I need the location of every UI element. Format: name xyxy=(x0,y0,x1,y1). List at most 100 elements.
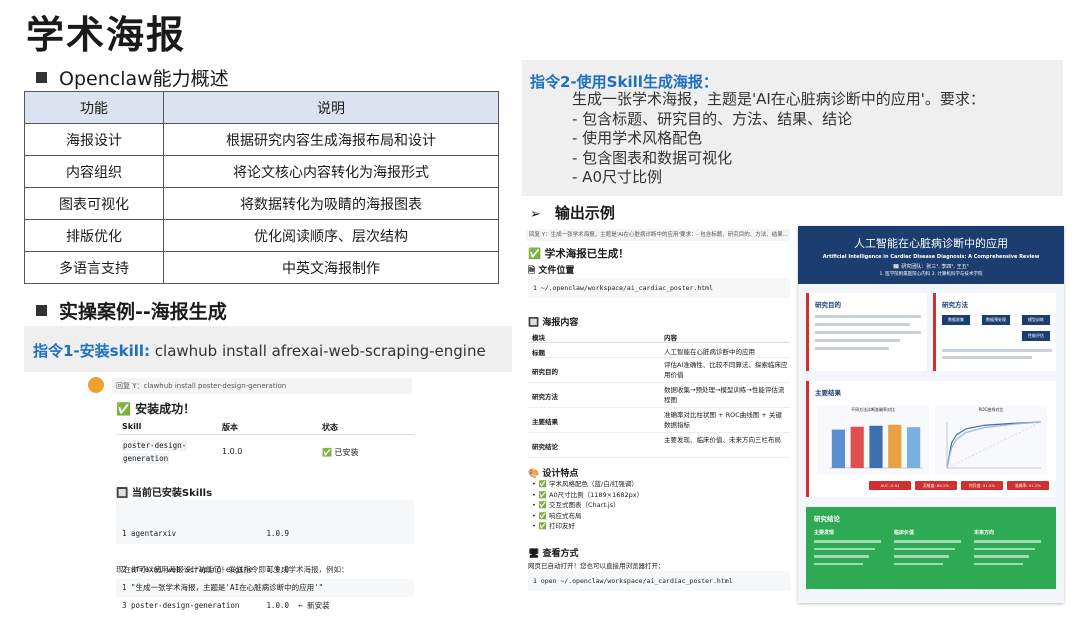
bullet-dot-icon: • xyxy=(532,522,536,530)
design-features-list: • ✅ 学术风格配色（蓝/白/红强调） • ✅ A0尺寸比例（1189×1682px）… xyxy=(532,479,643,532)
content-cell-content: 准确率对比柱状图 + ROC曲线图 + 关键数据指标 xyxy=(664,411,782,429)
command2-panel: 指令2-使用Skill生成海报： 生成一张学术海报，主题是'AI在心脏病诊断中的… xyxy=(522,60,1063,196)
output-example-label: 输出示例 xyxy=(554,204,615,222)
conclusion-column-title: 主要发现 xyxy=(814,530,835,536)
install-col-version: 版本 xyxy=(222,423,238,432)
content-cell-content: 评估AI准确性、比较不同算法、探索临床应用价值 xyxy=(664,361,788,379)
poster-box-results-title: 主要结果 xyxy=(815,389,841,397)
bar-chart-title: 不同方法诊断准确率对比 xyxy=(851,407,895,412)
poster-metrics: AUC: 0.94 灵敏度: 89.2% 特异度: 91.5% 准确率: 91.2% xyxy=(869,481,1049,490)
content-cell-content: 人工智能在心脏病诊断中的应用 xyxy=(664,348,755,356)
metric-badge: AUC: 0.94 xyxy=(869,481,911,490)
section-capabilities-heading: Openclaw能力概述 xyxy=(36,64,229,91)
output-example-heading: ➢ 输出示例 xyxy=(530,202,615,223)
bar-mark xyxy=(907,427,921,468)
table-header-function: 功能 xyxy=(24,91,164,124)
command2-line: 生成一张学术海报，主题是'AI在心脏病诊断中的应用'。要求： xyxy=(572,90,985,108)
bullet-square-icon xyxy=(36,305,47,316)
content-cell-module: 主要结果 xyxy=(532,418,558,426)
table-row: 研究结论 主要发现、临床价值、未来方向三栏布局 xyxy=(528,433,790,458)
command2-title: 指令2-使用Skill生成海报： xyxy=(530,73,718,91)
bot-avatar-icon xyxy=(88,377,104,393)
install-status: ✅ 已安装 xyxy=(322,448,359,457)
poster-subtitle: Artificial Intelligence in Cardiac Disea… xyxy=(822,254,1040,260)
poster-bar-chart: 不同方法诊断准确率对比 xyxy=(817,405,929,475)
bullet-dot-icon: • xyxy=(532,501,536,509)
install-skill-name-1: poster-design- xyxy=(122,440,188,451)
poster-header: 人工智能在心脏病诊断中的应用 Artificial Intelligence i… xyxy=(798,226,1064,284)
poster-box-method: 研究方法 数据收集 数据预处理 模型训练 性能评估 xyxy=(933,293,1056,371)
roc-chart-svg xyxy=(946,421,1042,469)
conclusion-column: 主要发现 xyxy=(814,529,888,584)
bar-mark xyxy=(888,424,902,468)
table-cell-description: 优化阅读顺序、层次结构 xyxy=(163,219,499,252)
table-cell-description: 将数据转化为吸睛的海报图表 xyxy=(163,187,499,220)
poster-box-conclusion-title: 研究结论 xyxy=(814,515,840,523)
arrow-bullet-icon: ➢ xyxy=(530,207,541,222)
table-cell-function: 排版优化 xyxy=(24,219,164,252)
content-cell-module: 研究目的 xyxy=(532,368,558,376)
bar-mark xyxy=(831,429,845,468)
conclusion-column: 临床价值 xyxy=(894,529,968,584)
section-case-heading: 实操案例--海报生成 xyxy=(36,297,227,324)
table-cell-function: 多语言支持 xyxy=(24,251,164,284)
view-method-heading: 🖥 查看方式 xyxy=(528,549,579,559)
metric-badge: 灵敏度: 89.2% xyxy=(915,481,957,490)
bullet-dot-icon: • xyxy=(532,511,536,520)
roc-chart-title: ROC曲线对比 xyxy=(978,407,1004,412)
table-row: 排版优化 优化阅读顺序、层次结构 xyxy=(24,219,499,252)
table-row: 标题 人工智能在心脏病诊断中的应用 xyxy=(528,343,790,358)
command2-line: - 使用学术风格配色 xyxy=(572,129,703,147)
poster-roc-chart: ROC曲线对比 xyxy=(935,405,1047,475)
roc-series-line xyxy=(946,421,1042,469)
command2-line: - 包含标题、研究目的、方法、结果、结论 xyxy=(572,109,853,128)
poster-title: 人工智能在心脏病诊断中的应用 xyxy=(854,237,1008,250)
poster-affiliation: 1. 医学院附属医院心内科 2. 计算机科学与技术学院 xyxy=(879,272,983,277)
install-success-heading: ✅ 安装成功！ xyxy=(116,402,196,416)
table-row: 研究目的 评估AI准确性、比较不同算法、探索临床应用价值 xyxy=(528,358,790,383)
poster-authors: 📰 研究团队：张三¹, 李四², 王五³ xyxy=(893,264,969,270)
content-col-module: 模块 xyxy=(532,334,545,342)
table-cell-description: 中英文海报制作 xyxy=(163,251,499,284)
capability-table: 功能 说明 海报设计 根据研究内容生成海报布局和设计 内容组织 将论文核心内容转化为海… xyxy=(24,91,499,284)
table-cell-description: 根据研究内容生成海报布局和设计 xyxy=(163,123,499,156)
install-col-skill: Skill xyxy=(122,422,142,431)
bar-mark xyxy=(850,426,864,468)
method-step: 模型训练 xyxy=(1022,315,1050,325)
section-capabilities-label: Openclaw能力概述 xyxy=(59,68,229,90)
table-row: 多语言支持 中英文海报制作 xyxy=(24,251,499,284)
method-step: 性能评估 xyxy=(1022,331,1050,341)
chat-screenshot-install: 回复 Y：clawhub install poster-design-gener… xyxy=(86,374,416,610)
feature-item: ✅ 响应式布局 xyxy=(538,511,582,520)
command1-label: 指令1-安装skill: xyxy=(33,342,150,360)
poster-content-heading: 🔲 海报内容 xyxy=(528,318,579,328)
command1-banner: 指令1-安装skill: clawhub install afrexai-web… xyxy=(24,326,512,372)
file-location-heading: 🗎 文件位置 xyxy=(528,266,575,276)
install-version: 1.0.0 xyxy=(222,447,243,456)
conclusion-column-title: 临床价值 xyxy=(894,530,915,536)
table-row: 主要结果 准确率对比柱状图 + ROC曲线图 + 关键数据指标 xyxy=(528,408,790,433)
chat-screenshot-generate: 回复 Y：生成一张学术海报，主题是'AI在心脏病诊断中的应用'要求：- 包含标题… xyxy=(524,226,794,604)
table-row: 海报设计 根据研究内容生成海报布局和设计 xyxy=(24,123,499,156)
poster-box-conclusion: 研究结论 主要发现 临床价值 未来方向 xyxy=(806,507,1056,589)
table-row: 图表可视化 将数据转化为吸睛的海报图表 xyxy=(24,187,499,220)
file-path-code: 1 ~/.openclaw/workspace/ai_cardiac_poste… xyxy=(528,278,790,298)
reply-quote: 回复 Y：clawhub install poster-design-gener… xyxy=(112,378,412,394)
feature-item: ✅ 打印友好 xyxy=(538,522,576,530)
installed-line: 1 agentarxiv 1.0.9 xyxy=(122,529,290,538)
poster-box-results: 主要结果 不同方法诊断准确率对比 ROC曲线对比 AUC: 0.94 灵敏度: 8… xyxy=(806,381,1056,497)
install-skill-name-2: generation xyxy=(122,453,170,464)
bullet-dot-icon: • xyxy=(532,490,536,499)
table-cell-function: 内容组织 xyxy=(24,155,164,188)
table-cell-function: 海报设计 xyxy=(24,123,164,156)
method-step: 数据预处理 xyxy=(982,315,1010,325)
feature-item: ✅ A0尺寸比例（1189×1682px） xyxy=(538,490,644,499)
poster-preview: 人工智能在心脏病诊断中的应用 Artificial Intelligence i… xyxy=(798,226,1064,603)
conclusion-column-title: 未来方向 xyxy=(974,530,995,536)
command2-line: - 包含图表和数据可视化 xyxy=(572,148,733,167)
command2-body: 生成一张学术海报，主题是'AI在心脏病诊断中的应用'。要求： - 包含标题、研究… xyxy=(572,90,985,188)
page-title: 学术海报 xyxy=(26,13,187,57)
feature-item: ✅ 交互式图表（Chart.js） xyxy=(538,501,620,509)
install-example-code: 1 "生成一张学术海报，主题是'AI在心脏病诊断中的应用'" xyxy=(116,579,414,597)
method-step: 数据收集 xyxy=(942,315,970,325)
